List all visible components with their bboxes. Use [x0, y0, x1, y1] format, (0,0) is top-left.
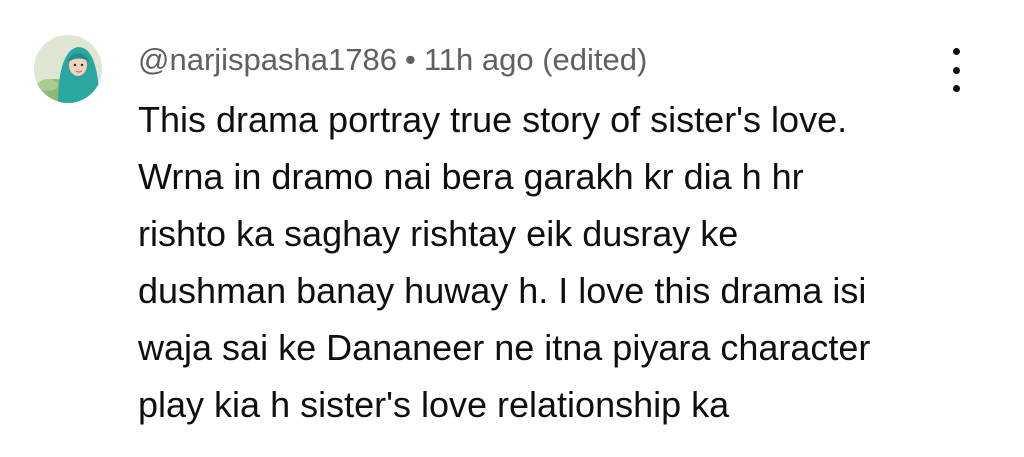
menu-dot [952, 66, 960, 74]
author-handle[interactable]: @narjispasha1786 [138, 42, 397, 77]
menu-dot [952, 48, 960, 55]
menu-dot [952, 85, 960, 92]
comment-timestamp[interactable]: 11h ago [424, 42, 534, 77]
comment-body-line: dushman banay huway h. I love this drama… [138, 270, 867, 311]
comment-body-line: rishto ka saghay rishtay eik dusray ke [138, 213, 739, 254]
comment-meta: @narjispasha1786 • 11h ago (edited) [138, 40, 647, 80]
comment-item: @narjispasha1786 • 11h ago (edited) This d… [0, 0, 1024, 457]
edited-label: (edited) [542, 42, 648, 77]
comment-body-line: waja sai ke Dananeer ne itna piyara char… [138, 327, 871, 368]
comment-body-line: This drama portray true story of sister'… [138, 99, 848, 140]
comment-body-line: play kia h sister's love relationship ka [138, 384, 730, 425]
comment-body-line: Wrna in dramo nai bera garakh kr dia h h… [138, 156, 804, 197]
more-vertical-icon[interactable] [936, 48, 976, 92]
meta-separator: • [404, 42, 416, 77]
user-avatar-icon [34, 35, 102, 103]
comment-body: This drama portray true story of sister'… [138, 91, 958, 433]
avatar[interactable] [34, 35, 102, 103]
